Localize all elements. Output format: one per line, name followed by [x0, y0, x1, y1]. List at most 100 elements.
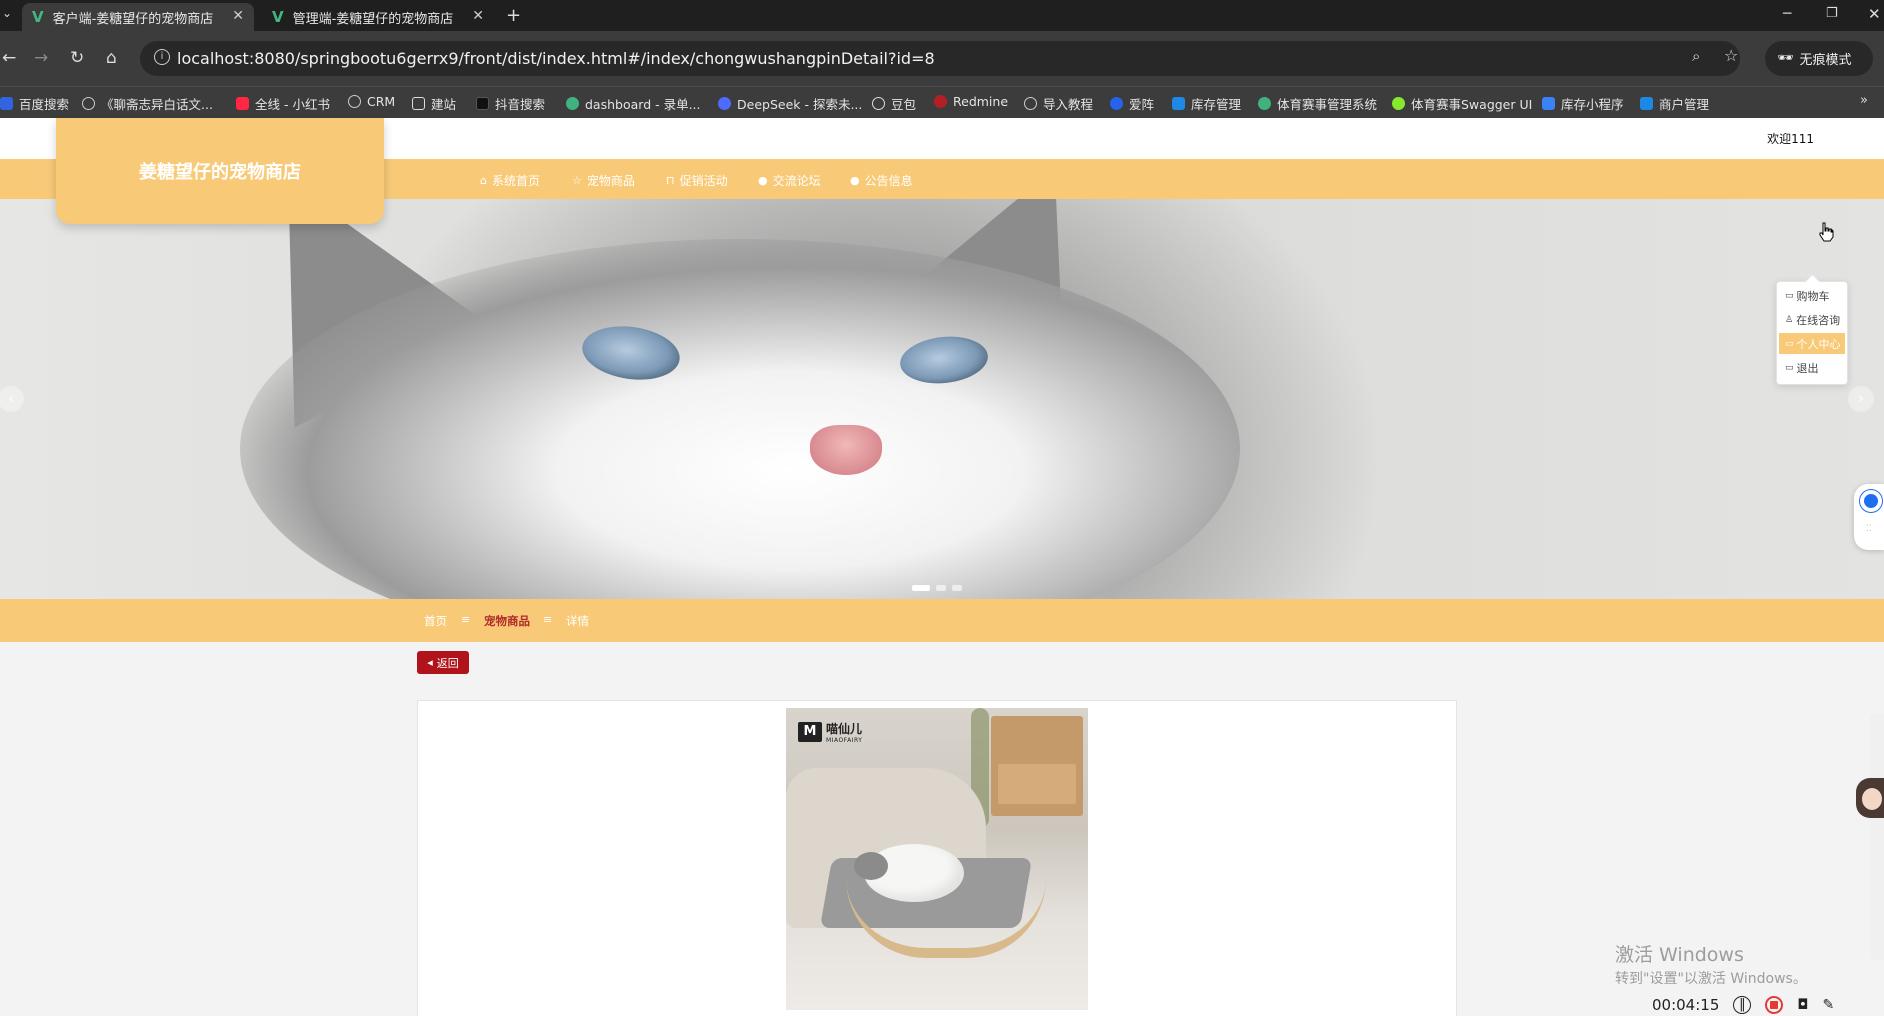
- tab-list-chevron-icon[interactable]: ⌄: [2, 6, 12, 20]
- breadcrumb-separator: ≡: [543, 613, 553, 626]
- bookmark-label: 库存管理: [1191, 97, 1242, 112]
- dropdown-logout[interactable]: ▭ 退出: [1779, 357, 1845, 378]
- bookmark-item[interactable]: 《聊斋志异白话文...: [82, 94, 213, 113]
- bookmark-item[interactable]: DeepSeek - 探索未...: [718, 94, 862, 113]
- chat-bubble-icon: [1860, 490, 1882, 512]
- home-icon[interactable]: ⌂: [106, 48, 117, 68]
- globe-icon: [1024, 97, 1037, 110]
- bookmark-item[interactable]: Redmine: [934, 94, 1008, 109]
- welcome-text[interactable]: 欢迎111: [1767, 130, 1814, 147]
- bookmark-item[interactable]: 爱阵: [1110, 94, 1154, 113]
- back-arrow-icon[interactable]: ←: [2, 48, 16, 68]
- bookmark-item[interactable]: 库存管理: [1172, 94, 1241, 113]
- bookmark-item[interactable]: 商户管理: [1640, 94, 1709, 113]
- breadcrumb-separator: ≡: [461, 613, 471, 626]
- nav-forum[interactable]: ● 交流论坛: [758, 172, 821, 189]
- drag-handle-icon[interactable]: ⁚⁚: [1866, 524, 1872, 534]
- home-icon: ⌂: [480, 174, 487, 187]
- bookmark-item[interactable]: 库存小程序: [1542, 94, 1624, 113]
- brand-text: 喵仙儿 MIAOFAIRY: [826, 720, 862, 744]
- tab-client[interactable]: V 客户端-姜糖望仔的宠物商店 ✕: [22, 3, 254, 31]
- banner-carousel[interactable]: ‹ ›: [0, 199, 1884, 599]
- bookmark-label: 导入教程: [1043, 97, 1094, 112]
- bookmark-label: 建站: [431, 97, 457, 112]
- nav-label: 促销活动: [679, 174, 728, 188]
- bookmark-label: DeepSeek - 探索未...: [737, 97, 863, 112]
- bookmark-item[interactable]: 百度搜索: [0, 94, 69, 113]
- camera-icon[interactable]: ◘: [1797, 997, 1808, 1013]
- floating-chat-widget[interactable]: ⁚⁚: [1854, 484, 1884, 550]
- url-field[interactable]: i localhost:8080/springbootu6gerrx9/fron…: [140, 41, 1740, 76]
- logout-icon: ▭: [1785, 362, 1794, 373]
- more-bookmarks-icon[interactable]: »: [1860, 93, 1868, 108]
- bookmark-item[interactable]: 豆包: [872, 94, 916, 113]
- pen-icon[interactable]: ✎: [1822, 997, 1834, 1013]
- dropdown-label: 退出: [1796, 361, 1819, 375]
- new-tab-icon[interactable]: +: [506, 5, 521, 26]
- url-text: localhost:8080/springbootu6gerrx9/front/…: [177, 49, 935, 68]
- nav-promotions[interactable]: ⊓ 促销活动: [666, 172, 728, 189]
- screen-recorder-bar: 00:04:15 ‖ ◘ ✎: [1652, 994, 1884, 1016]
- bookmark-item[interactable]: 抖音搜索: [476, 94, 545, 113]
- cabinet-drawer: [998, 764, 1076, 804]
- banner-next-icon[interactable]: ›: [1848, 386, 1874, 412]
- breadcrumb-home[interactable]: 首页: [424, 613, 447, 629]
- profile-icon: ▭: [1785, 338, 1794, 349]
- minimize-icon[interactable]: ─: [1783, 6, 1791, 22]
- dropdown-profile[interactable]: ▭ 个人中心: [1779, 333, 1845, 354]
- forward-arrow-icon[interactable]: →: [34, 48, 48, 68]
- carousel-dot[interactable]: [912, 585, 930, 591]
- carousel-dot[interactable]: [952, 585, 962, 591]
- baidu-icon: [0, 97, 13, 110]
- bookmark-label: 抖音搜索: [495, 97, 546, 112]
- bookmark-item[interactable]: 体育赛事Swagger UI: [1392, 94, 1532, 113]
- dropdown-cart[interactable]: ▭ 购物车: [1779, 285, 1845, 306]
- stop-record-icon[interactable]: [1765, 996, 1784, 1014]
- dropdown-consult[interactable]: ♙ 在线咨询: [1779, 309, 1845, 330]
- close-window-icon[interactable]: ✕: [1868, 5, 1881, 23]
- back-button[interactable]: ◂ 返回: [417, 651, 469, 674]
- vue-favicon-icon: V: [32, 8, 44, 26]
- lock-icon: ⊓: [666, 174, 675, 187]
- cat-on-bed-head: [854, 852, 888, 880]
- side-toolbar[interactable]: [1870, 714, 1884, 960]
- nav-products[interactable]: ☆ 宠物商品: [572, 172, 635, 189]
- tab-close-icon[interactable]: ✕: [232, 8, 244, 24]
- bookmark-star-icon[interactable]: ☆: [1724, 46, 1738, 65]
- incognito-badge[interactable]: 🕶 无痕模式: [1765, 41, 1873, 76]
- bookmark-label: 体育赛事Swagger UI: [1411, 97, 1533, 112]
- pause-icon[interactable]: ‖: [1733, 996, 1752, 1014]
- reload-icon[interactable]: ↻: [70, 48, 84, 68]
- zoom-icon[interactable]: ⌕: [1692, 47, 1700, 65]
- site-info-icon[interactable]: i: [154, 49, 170, 65]
- triangle-icon: [1542, 97, 1555, 110]
- site-logo[interactable]: 姜糖望仔的宠物商店: [56, 118, 384, 224]
- bookmark-label: 库存小程序: [1561, 97, 1624, 112]
- brand-name: 喵仙儿: [826, 722, 863, 736]
- carousel-dot[interactable]: [936, 585, 946, 591]
- bookmark-item[interactable]: 体育赛事管理系统: [1258, 94, 1377, 113]
- nav-label: 系统首页: [491, 174, 540, 188]
- product-image[interactable]: M 喵仙儿 MIAOFAIRY: [786, 708, 1088, 1010]
- breadcrumb-products[interactable]: 宠物商品: [484, 613, 530, 629]
- nav-notices[interactable]: ● 公告信息: [850, 172, 913, 189]
- assistant-avatar[interactable]: [1856, 778, 1884, 818]
- avatar-face: [1862, 788, 1882, 810]
- bookmark-item[interactable]: 全线 - 小红书: [236, 94, 330, 113]
- nav-home[interactable]: ⌂ 系统首页: [480, 172, 540, 189]
- tab-close-icon[interactable]: ✕: [472, 8, 484, 24]
- restore-icon[interactable]: ❐: [1826, 6, 1838, 21]
- bookmark-label: 《聊斋志异白话文...: [101, 97, 213, 112]
- dot-icon: ●: [850, 174, 860, 187]
- bookmark-item[interactable]: 建站: [412, 94, 456, 113]
- bookmark-item[interactable]: 导入教程: [1024, 94, 1093, 113]
- dropdown-label: 个人中心: [1796, 337, 1841, 351]
- tab-admin[interactable]: V 管理端-姜糖望仔的宠物商店 ✕: [262, 3, 494, 31]
- banner-prev-icon[interactable]: ‹: [0, 386, 24, 412]
- vue-favicon-icon: V: [272, 8, 284, 26]
- app-icon: [1640, 97, 1653, 110]
- bookmark-item[interactable]: CRM: [348, 94, 395, 109]
- bookmark-item[interactable]: dashboard - 录单...: [566, 94, 701, 113]
- deepseek-icon: [718, 97, 731, 110]
- bookmark-label: CRM: [367, 94, 396, 109]
